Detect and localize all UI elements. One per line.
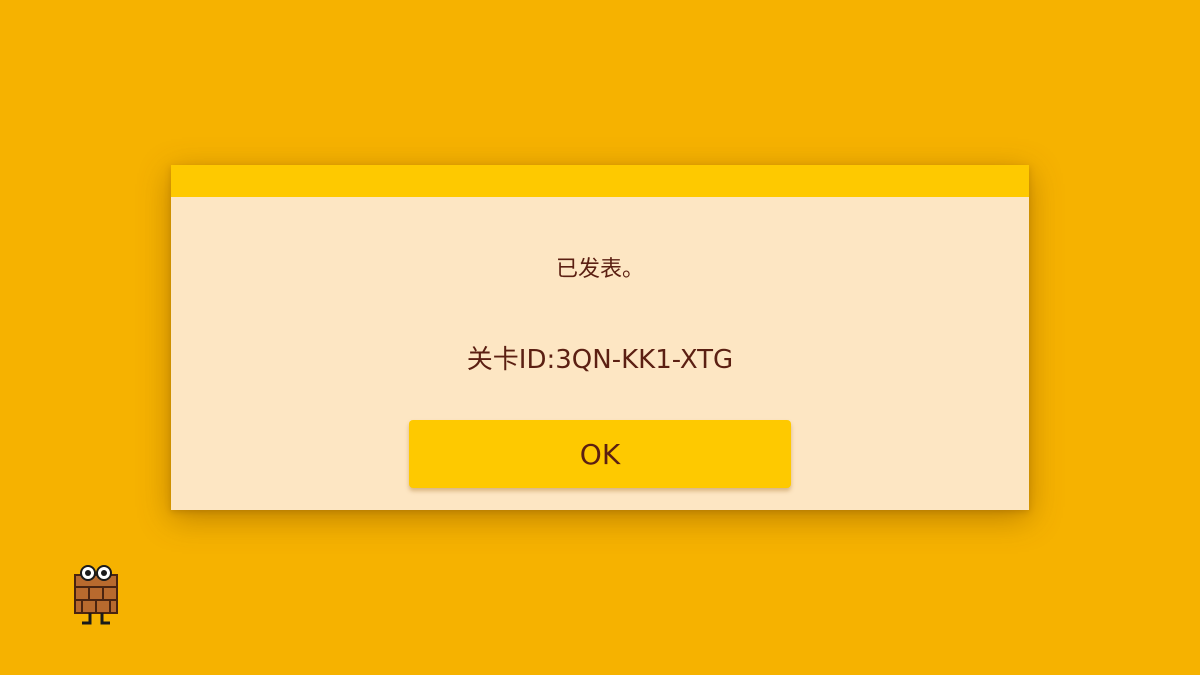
ok-button[interactable]: OK bbox=[409, 420, 791, 488]
dialog-header-bar bbox=[171, 165, 1029, 197]
level-id-separator: : bbox=[546, 345, 556, 375]
level-id-line: 关卡ID:3QN-KK1-XTG bbox=[171, 343, 1029, 377]
brick-block-mascot-icon bbox=[72, 565, 120, 627]
published-dialog: 已发表。 关卡ID:3QN-KK1-XTG OK bbox=[171, 165, 1029, 510]
level-id-value: 3QN-KK1-XTG bbox=[555, 345, 734, 375]
published-message: 已发表。 bbox=[555, 257, 644, 282]
ok-button-label: OK bbox=[579, 437, 621, 471]
level-id-label: 关卡ID bbox=[466, 345, 547, 375]
